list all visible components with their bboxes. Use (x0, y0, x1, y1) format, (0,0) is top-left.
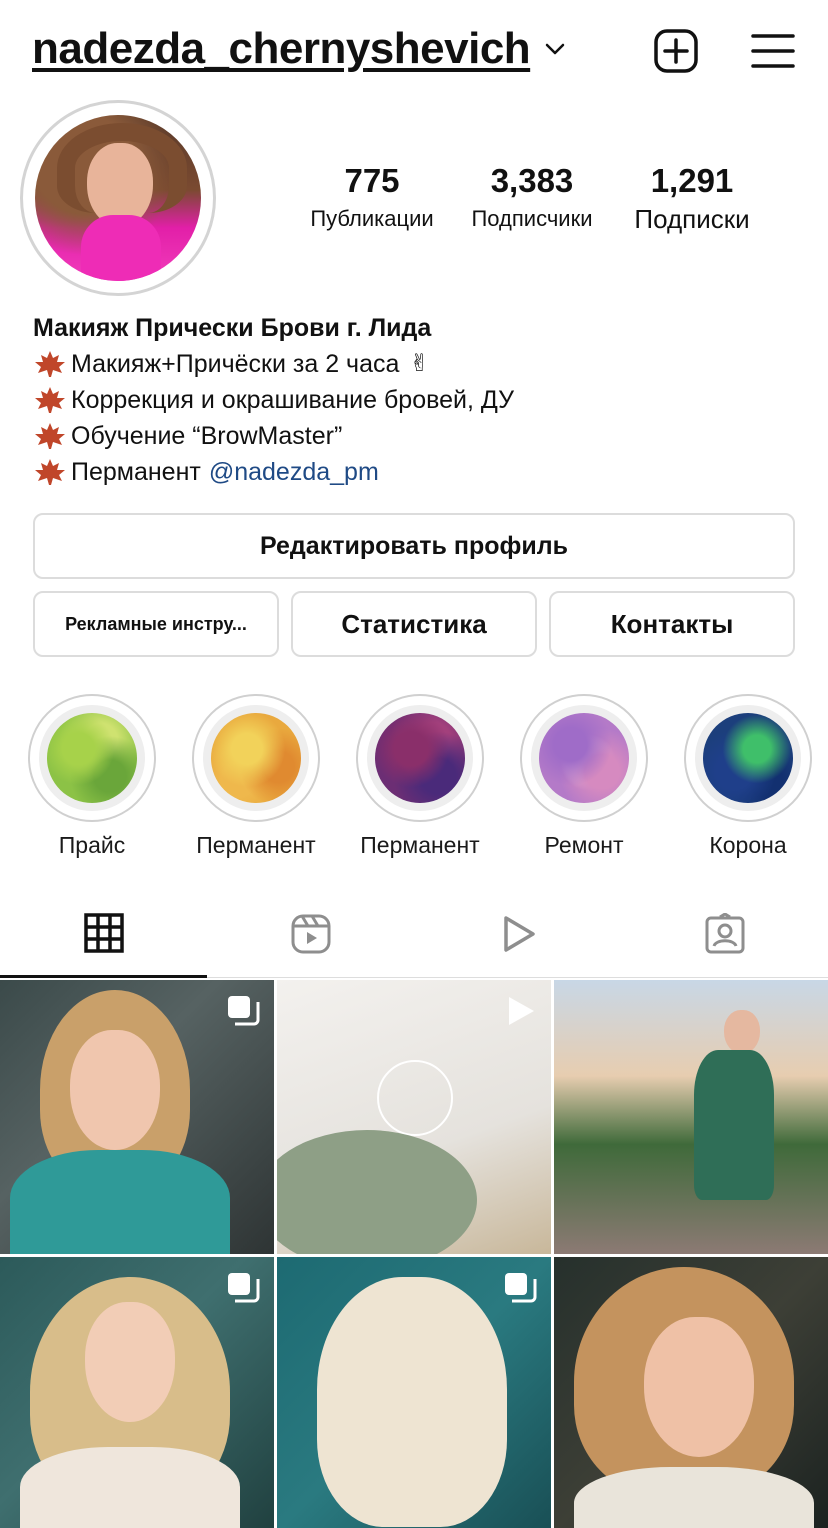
maple-leaf-icon (35, 351, 65, 377)
tab-grid[interactable] (0, 890, 207, 978)
tab-video[interactable] (414, 890, 621, 978)
followers-count[interactable]: 3,383 Подписчики (458, 162, 606, 232)
victory-hand-icon: ✌ (409, 350, 430, 377)
mention-link[interactable]: @nadezda_pm (209, 454, 379, 490)
bio-line-text: Обучение “BrowMaster” (71, 422, 343, 450)
posts-grid (0, 980, 828, 1528)
highlight-ring (28, 694, 156, 822)
bio-line: Обучение “BrowMaster” (33, 418, 803, 454)
highlight-price[interactable]: Прайс (27, 694, 157, 859)
highlight-label: Перманент (196, 832, 316, 858)
account-switcher[interactable]: nadezda_chernyshevich (32, 24, 568, 74)
avatar[interactable] (35, 115, 201, 281)
post-thumbnail[interactable] (554, 980, 828, 1254)
highlight-ring (192, 694, 320, 822)
grid-icon (83, 912, 124, 953)
following-count[interactable]: 1,291 Подписки (620, 162, 764, 235)
highlight-cover (211, 713, 301, 803)
posts-count-value: 775 (344, 162, 400, 199)
reels-icon (291, 914, 330, 954)
avatar-turtleneck (81, 215, 161, 281)
bio-line-text: Макияж+Причёски за 2 часа (71, 350, 400, 378)
tab-reels[interactable] (207, 890, 414, 978)
video-badge-icon (509, 997, 534, 1025)
post-thumbnail[interactable] (0, 1257, 274, 1528)
carousel-icon (228, 1273, 260, 1303)
ad-tools-button[interactable]: Рекламные инстру... (33, 591, 279, 657)
video-icon (503, 916, 535, 952)
bio-line-text: Коррекция и окрашивание бровей, ДУ (71, 386, 514, 414)
avatar-ring[interactable] (20, 100, 216, 296)
highlight-ring (520, 694, 648, 822)
post-thumbnail[interactable] (277, 980, 551, 1254)
highlight-label: Перманент (360, 832, 480, 858)
posts-count-label: Публикации (310, 206, 434, 231)
posts-count[interactable]: 775 Публикации (300, 162, 444, 232)
bio-line-text: Перманент (71, 458, 201, 486)
statistics-button[interactable]: Статистика (291, 591, 537, 657)
followers-count-label: Подписчики (471, 206, 593, 231)
profile-name: Макияж Прически Брови г. Лида (33, 314, 432, 342)
bio-line: Макияж+Причёски за 2 часа ✌ (33, 346, 803, 382)
highlight-label: Ремонт (544, 832, 624, 858)
maple-leaf-icon (35, 387, 65, 413)
new-post-icon[interactable] (653, 28, 699, 74)
edit-profile-button[interactable]: Редактировать профиль (33, 513, 795, 579)
bio-line: Перманент @nadezda_pm (33, 454, 803, 490)
profile-header: nadezda_chernyshevich (0, 0, 828, 100)
highlight-cover (375, 713, 465, 803)
post-thumbnail[interactable] (0, 980, 274, 1254)
post-thumbnail[interactable] (554, 1257, 828, 1528)
followers-count-value: 3,383 (490, 162, 574, 199)
profile-tabs (0, 890, 828, 978)
maple-leaf-icon (35, 423, 65, 449)
highlight-cover (703, 713, 793, 803)
highlight-cover (47, 713, 137, 803)
maple-leaf-icon (35, 459, 65, 485)
tab-tagged[interactable] (621, 890, 828, 978)
username[interactable]: nadezda_chernyshevich (32, 24, 531, 74)
carousel-icon (228, 996, 260, 1026)
menu-icon[interactable] (750, 28, 796, 74)
chevron-down-icon[interactable] (542, 36, 568, 62)
highlight-repair[interactable]: Ремонт (519, 694, 649, 859)
contacts-button[interactable]: Контакты (549, 591, 795, 657)
following-count-value: 1,291 (650, 162, 734, 199)
highlight-permanent-2[interactable]: Перманент (355, 694, 485, 859)
highlight-label: Прайс (58, 832, 126, 858)
profile-bio: Макияж Прически Брови г. Лида Макияж+При… (33, 310, 803, 490)
highlight-ring (356, 694, 484, 822)
highlight-permanent[interactable]: Перманент (191, 694, 321, 859)
highlight-label: Корона (709, 832, 787, 858)
highlight-cover (539, 713, 629, 803)
tagged-icon (705, 913, 744, 954)
highlight-ring (684, 694, 812, 822)
bio-line: Коррекция и окрашивание бровей, ДУ (33, 382, 803, 418)
post-thumbnail[interactable] (277, 1257, 551, 1528)
highlight-corona[interactable]: Корона (683, 694, 813, 859)
following-count-label: Подписки (634, 204, 750, 234)
carousel-icon (505, 1273, 537, 1303)
